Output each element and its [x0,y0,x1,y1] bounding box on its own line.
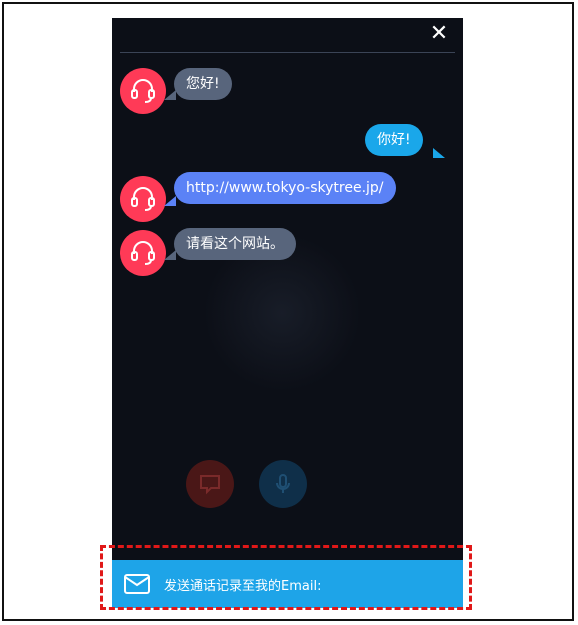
headset-icon [131,187,155,211]
agent-message: 您好! [174,68,232,100]
link-message[interactable]: http://www.tokyo-skytree.jp/ [174,172,396,204]
user-message: 你好! [365,124,423,156]
agent-message: 请看这个网站。 [174,228,296,260]
agent-avatar [120,176,166,222]
bubble-tail [164,90,176,100]
chat-icon [200,475,220,495]
microphone-button[interactable] [259,460,307,508]
headset-icon [131,79,155,103]
chat-button[interactable] [186,460,234,508]
bubble-tail [164,196,176,206]
microphone-icon [276,474,290,493]
close-icon: ✕ [429,21,449,46]
agent-avatar [120,230,166,276]
bubble-tail [164,250,176,260]
highlight-box [100,545,472,610]
chat-screen: ✕ 您好! 你好! http://www.tokyo-skytree.jp/ 请… [112,18,463,608]
header-divider [120,52,455,53]
agent-avatar [120,68,166,114]
headset-icon [131,241,155,265]
bubble-tail [433,148,445,158]
close-button[interactable]: ✕ [427,22,451,46]
